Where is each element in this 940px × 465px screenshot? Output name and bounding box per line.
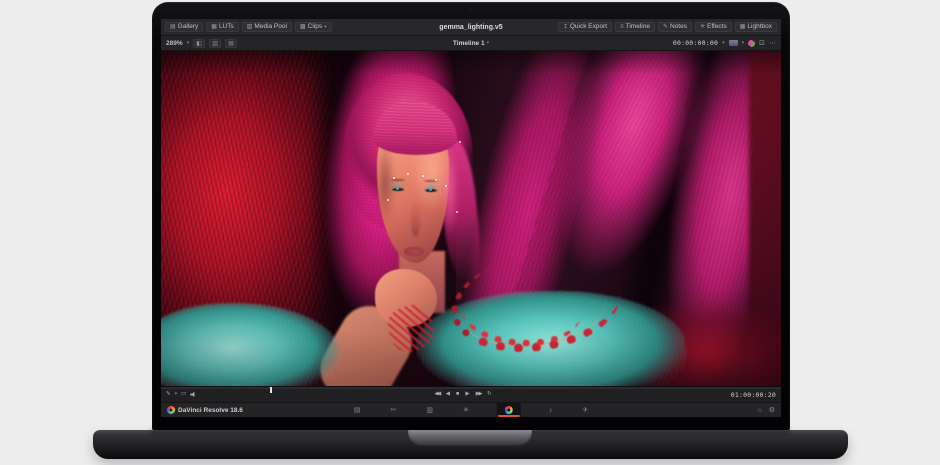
timeline-selector[interactable]: Timeline 1 ▾	[453, 40, 489, 47]
gallery-button[interactable]: ▤ Gallery	[165, 22, 203, 33]
transport-timecode-wrap: 01:00:00:20	[731, 391, 776, 399]
playhead-marker[interactable]	[270, 387, 272, 393]
quick-export-icon: ↥	[563, 24, 568, 30]
toolbar-right-group: ↥ Quick Export ≡ Timeline ✎ Notes ✳ Effe…	[558, 22, 777, 33]
viewer-right-controls: 00:00:00:00 ▾ ▾ ⊡ ⋯	[673, 39, 776, 47]
fairlight-page-button[interactable]: ♪	[547, 403, 555, 417]
top-toolbar: ▤ Gallery ▦ LUTs ▧ Media Pool ▩ Clips	[161, 19, 781, 36]
media-page-button[interactable]: ▤	[352, 403, 363, 417]
luts-icon: ▦	[211, 24, 217, 30]
viewer-left-controls: 289% ▾ ◧ ▥ ▤	[166, 39, 237, 48]
lightbox-label: Lightbox	[747, 24, 772, 31]
chevron-down-icon[interactable]: ▾	[722, 41, 725, 46]
scene: ▤ Gallery ▦ LUTs ▧ Media Pool ▩ Clips	[0, 0, 940, 465]
clips-icon: ▩	[300, 24, 306, 30]
media-pool-icon: ▧	[247, 24, 253, 30]
app-version-wrap: DaVinci Resolve 18.6	[167, 406, 243, 414]
viewer-timecode[interactable]: 00:00:00:00	[673, 39, 718, 47]
fusion-page-icon: ✳	[463, 406, 469, 414]
lid-opening-notch	[408, 430, 532, 446]
chevron-down-icon[interactable]: ▾	[175, 392, 178, 397]
timeline-button[interactable]: ≡ Timeline	[615, 22, 655, 33]
gear-icon[interactable]: ⚙	[769, 406, 775, 414]
quick-export-label: Quick Export	[570, 24, 607, 31]
toolbar-left-group: ▤ Gallery ▦ LUTs ▧ Media Pool ▩ Clips	[165, 22, 332, 33]
page-switcher: ▤ ✂ ▥ ✳ ♪ ✈	[352, 403, 590, 417]
zoom-level-select[interactable]: 289%	[166, 40, 183, 47]
chevron-down-icon: ▾	[487, 41, 490, 46]
timeline-name: Timeline 1	[453, 40, 485, 47]
cut-page-button[interactable]: ✂	[388, 403, 398, 417]
davinci-resolve-logo	[167, 406, 175, 414]
page-bar-right: ⌂ ⚙	[757, 406, 775, 414]
quick-export-button[interactable]: ↥ Quick Export	[558, 22, 612, 33]
deliver-page-icon: ✈	[582, 406, 588, 414]
playhead-timecode[interactable]: 01:00:00:20	[731, 391, 776, 399]
media-page-icon: ▤	[354, 406, 361, 414]
page-bar: DaVinci Resolve 18.6 ▤ ✂ ▥ ✳ ♪ ✈ ⌂ ⚙	[161, 402, 781, 417]
luts-label: LUTs	[219, 24, 234, 31]
effects-button[interactable]: ✳ Effects	[695, 22, 732, 33]
transport-controls: ◀◀ ◀ ■ ▶ ▶▶ ↻	[434, 392, 491, 398]
timeline-label: Timeline	[626, 24, 650, 31]
gallery-icon: ▤	[170, 24, 176, 30]
chevron-down-icon[interactable]: ▾	[187, 41, 190, 46]
notes-button[interactable]: ✎ Notes	[658, 22, 692, 33]
fairlight-page-icon: ♪	[549, 407, 553, 414]
notes-label: Notes	[670, 24, 687, 31]
davinci-resolve-window: ▤ Gallery ▦ LUTs ▧ Media Pool ▩ Clips	[161, 19, 781, 417]
scrub-bar[interactable]	[161, 387, 781, 389]
image-wipe-icon[interactable]: ▥	[209, 39, 221, 48]
luts-button[interactable]: ▦ LUTs	[206, 22, 238, 33]
play-button[interactable]: ▶	[465, 392, 469, 398]
macbook-lid: ▤ Gallery ▦ LUTs ▧ Media Pool ▩ Clips	[152, 2, 790, 431]
first-frame-button[interactable]: ◀◀	[434, 392, 439, 398]
viewer-toolbar: 289% ▾ ◧ ▥ ▤ Timeline 1 ▾ 00:00:00:00 ▾ …	[161, 36, 781, 51]
chevron-down-icon[interactable]: ▾	[742, 41, 745, 46]
app-version-label: DaVinci Resolve 18.6	[178, 407, 243, 414]
media-pool-button[interactable]: ▧ Media Pool	[242, 22, 292, 33]
step-back-button[interactable]: ◀	[446, 392, 450, 398]
color-page-icon	[505, 406, 513, 414]
gallery-label: Gallery	[178, 24, 199, 31]
loop-button[interactable]: ↻	[487, 392, 492, 398]
home-icon[interactable]: ⌂	[757, 407, 761, 414]
highlight-icon[interactable]: ▤	[225, 39, 237, 48]
notes-icon: ✎	[663, 24, 668, 30]
transport-left-tools: ✎ ▾ ▭	[166, 392, 197, 398]
media-pool-label: Media Pool	[254, 24, 287, 31]
effects-icon: ✳	[700, 24, 705, 30]
monitor-icon[interactable]	[729, 40, 738, 46]
clips-label: Clips	[308, 24, 322, 31]
macbook-base	[93, 430, 848, 459]
webcam-dot	[470, 8, 473, 11]
clip-info-icon[interactable]: ▭	[181, 392, 186, 398]
expand-viewer-icon[interactable]: ⊡	[759, 40, 765, 47]
lightbox-icon: ▦	[740, 24, 746, 30]
last-frame-button[interactable]: ▶▶	[476, 392, 481, 398]
audio-mute-icon[interactable]	[190, 392, 197, 398]
split-screen-icon[interactable]: ◧	[193, 39, 205, 48]
color-page-button-active[interactable]	[497, 403, 521, 417]
deliver-page-button[interactable]: ✈	[580, 403, 590, 417]
edit-page-icon: ▥	[426, 406, 433, 414]
viewer-image	[161, 51, 781, 386]
edit-page-button[interactable]: ▥	[424, 403, 435, 417]
chevron-down-icon: ▾	[324, 25, 327, 30]
stop-button[interactable]: ■	[456, 392, 459, 398]
transport-bar: ✎ ▾ ▭ ◀◀ ◀ ■ ▶ ▶▶ ↻ 01:00:00:20	[161, 386, 781, 402]
fusion-page-button[interactable]: ✳	[461, 403, 471, 417]
vignette-overlay	[161, 51, 781, 386]
draw-tool-icon[interactable]: ✎	[166, 392, 171, 398]
lightbox-button[interactable]: ▦ Lightbox	[735, 22, 777, 33]
cut-page-icon: ✂	[390, 406, 396, 414]
timeline-icon: ≡	[620, 24, 624, 30]
scopes-icon[interactable]	[748, 40, 755, 47]
clips-button[interactable]: ▩ Clips ▾	[295, 22, 332, 33]
effects-label: Effects	[707, 24, 727, 31]
overflow-menu-icon[interactable]: ⋯	[769, 40, 776, 47]
project-title: gemma_lighting.v5	[439, 19, 502, 36]
